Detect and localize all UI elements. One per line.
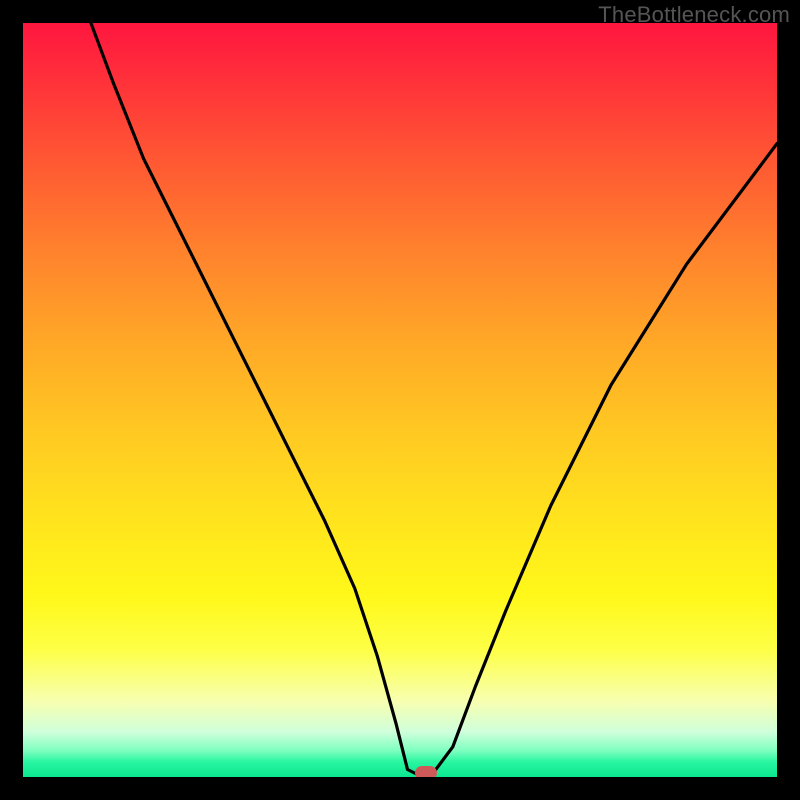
minimum-marker: [415, 766, 437, 777]
watermark-text: TheBottleneck.com: [598, 2, 790, 28]
plot-area: [23, 23, 777, 777]
curve-svg: [23, 23, 777, 777]
bottleneck-curve: [91, 23, 777, 777]
chart-frame: TheBottleneck.com: [0, 0, 800, 800]
